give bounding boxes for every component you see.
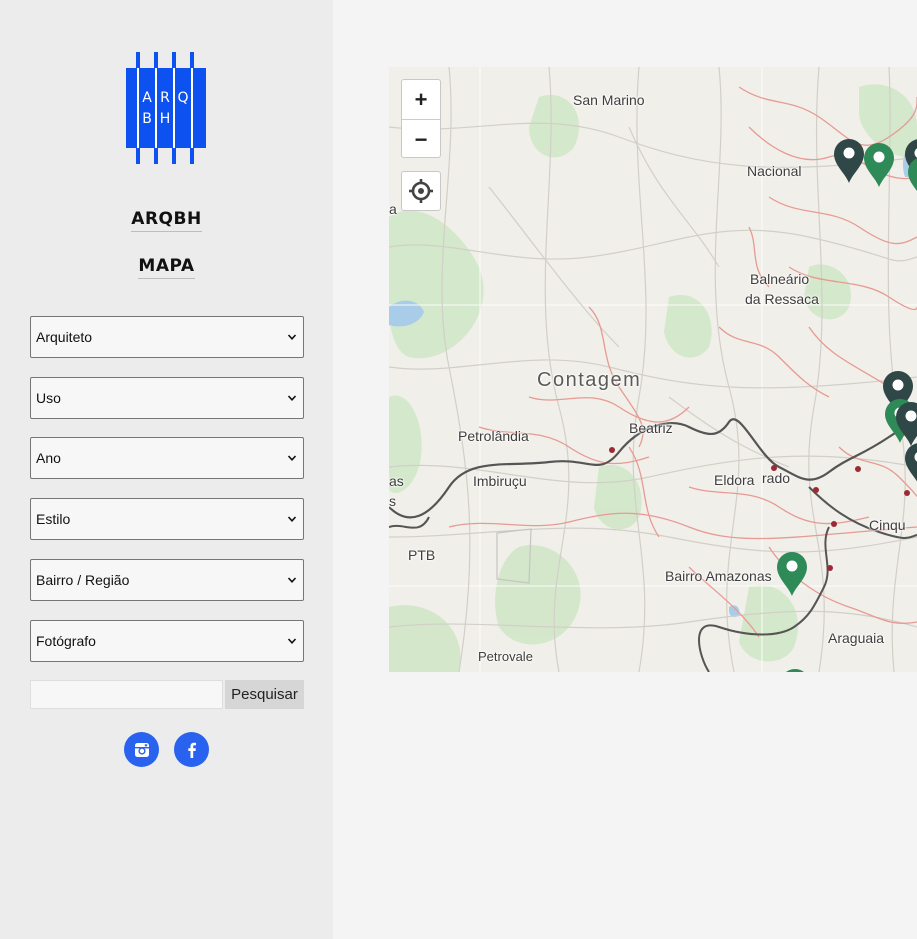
map-place-label: Araguaia: [828, 630, 885, 646]
nav-map-label: MAPA: [138, 256, 195, 279]
logo-letter: A: [142, 90, 152, 106]
crosshair-icon: [409, 179, 433, 203]
map-place-label: rado: [762, 470, 791, 486]
filter-style-select[interactable]: Estilo: [30, 498, 304, 540]
map-place-label: Petrovale: [478, 649, 533, 664]
nav-home-label: ARQBH: [131, 209, 202, 232]
map-marker[interactable]: [832, 137, 866, 185]
filter-label: Fotógrafo: [36, 633, 96, 649]
map-marker[interactable]: [778, 667, 812, 672]
map-place-label: s: [389, 493, 396, 509]
logo-letter: H: [160, 111, 171, 127]
facebook-link[interactable]: [174, 732, 209, 767]
map-place-label: da Ressaca: [745, 291, 819, 307]
chevron-down-icon: [287, 455, 297, 461]
search-input[interactable]: [30, 680, 223, 709]
filter-neighborhood-select[interactable]: Bairro / Região: [30, 559, 304, 601]
map-place-label: as: [389, 473, 404, 489]
search-button[interactable]: Pesquisar: [225, 680, 304, 709]
map-place-label: Contagem: [537, 369, 642, 391]
chevron-down-icon: [287, 638, 297, 644]
map-view[interactable]: San Marino Nacional Balneário da Ressaca…: [389, 67, 917, 672]
map-place-label: Balneário: [750, 271, 810, 287]
filter-architect-select[interactable]: Arquiteto: [30, 316, 304, 358]
map-place-label: a: [389, 201, 397, 217]
arqbh-logo[interactable]: A R Q B H: [126, 52, 208, 164]
filter-photographer-select[interactable]: Fotógrafo: [30, 620, 304, 662]
map-place-label: Petrolândia: [458, 428, 529, 444]
logo-letter: Q: [177, 90, 188, 106]
logo-letter: B: [142, 111, 152, 127]
map-place-label: Nacional: [747, 163, 802, 179]
map-place-label: Imbiruçu: [473, 473, 527, 489]
map-place-label: Cinqu: [869, 517, 906, 533]
filter-label: Arquiteto: [36, 329, 93, 345]
chevron-down-icon: [287, 577, 297, 583]
logo-letter: R: [160, 90, 170, 106]
instagram-link[interactable]: [124, 732, 159, 767]
nav-home-link[interactable]: ARQBH: [0, 209, 333, 232]
nav-map-link[interactable]: MAPA: [0, 256, 333, 279]
filter-label: Ano: [36, 450, 61, 466]
map-marker[interactable]: [903, 441, 917, 489]
map-marker[interactable]: [906, 155, 917, 203]
map-marker[interactable]: [862, 141, 896, 189]
locate-button[interactable]: [401, 171, 441, 211]
filter-label: Estilo: [36, 511, 71, 527]
zoom-out-button[interactable]: −: [402, 120, 440, 159]
map-place-label: PTB: [408, 547, 436, 563]
zoom-in-button[interactable]: +: [402, 80, 440, 120]
map-marker[interactable]: [775, 550, 809, 598]
map-place-label: Eldora: [714, 472, 755, 488]
zoom-control: + −: [401, 79, 441, 158]
chevron-down-icon: [287, 516, 297, 522]
filter-label: Uso: [36, 390, 61, 406]
filter-use-select[interactable]: Uso: [30, 377, 304, 419]
map-place-label: San Marino: [573, 92, 645, 108]
chevron-down-icon: [287, 334, 297, 340]
filter-label: Bairro / Região: [36, 572, 130, 588]
filter-year-select[interactable]: Ano: [30, 437, 304, 479]
instagram-icon: [134, 742, 149, 757]
map-place-label: Beatriz: [629, 420, 673, 436]
facebook-icon: [187, 742, 196, 758]
map-place-label: Bairro Amazonas: [665, 568, 772, 584]
sidebar: A R Q B H ARQBH MAPA Arquiteto Uso Ano E…: [0, 0, 333, 939]
chevron-down-icon: [287, 395, 297, 401]
